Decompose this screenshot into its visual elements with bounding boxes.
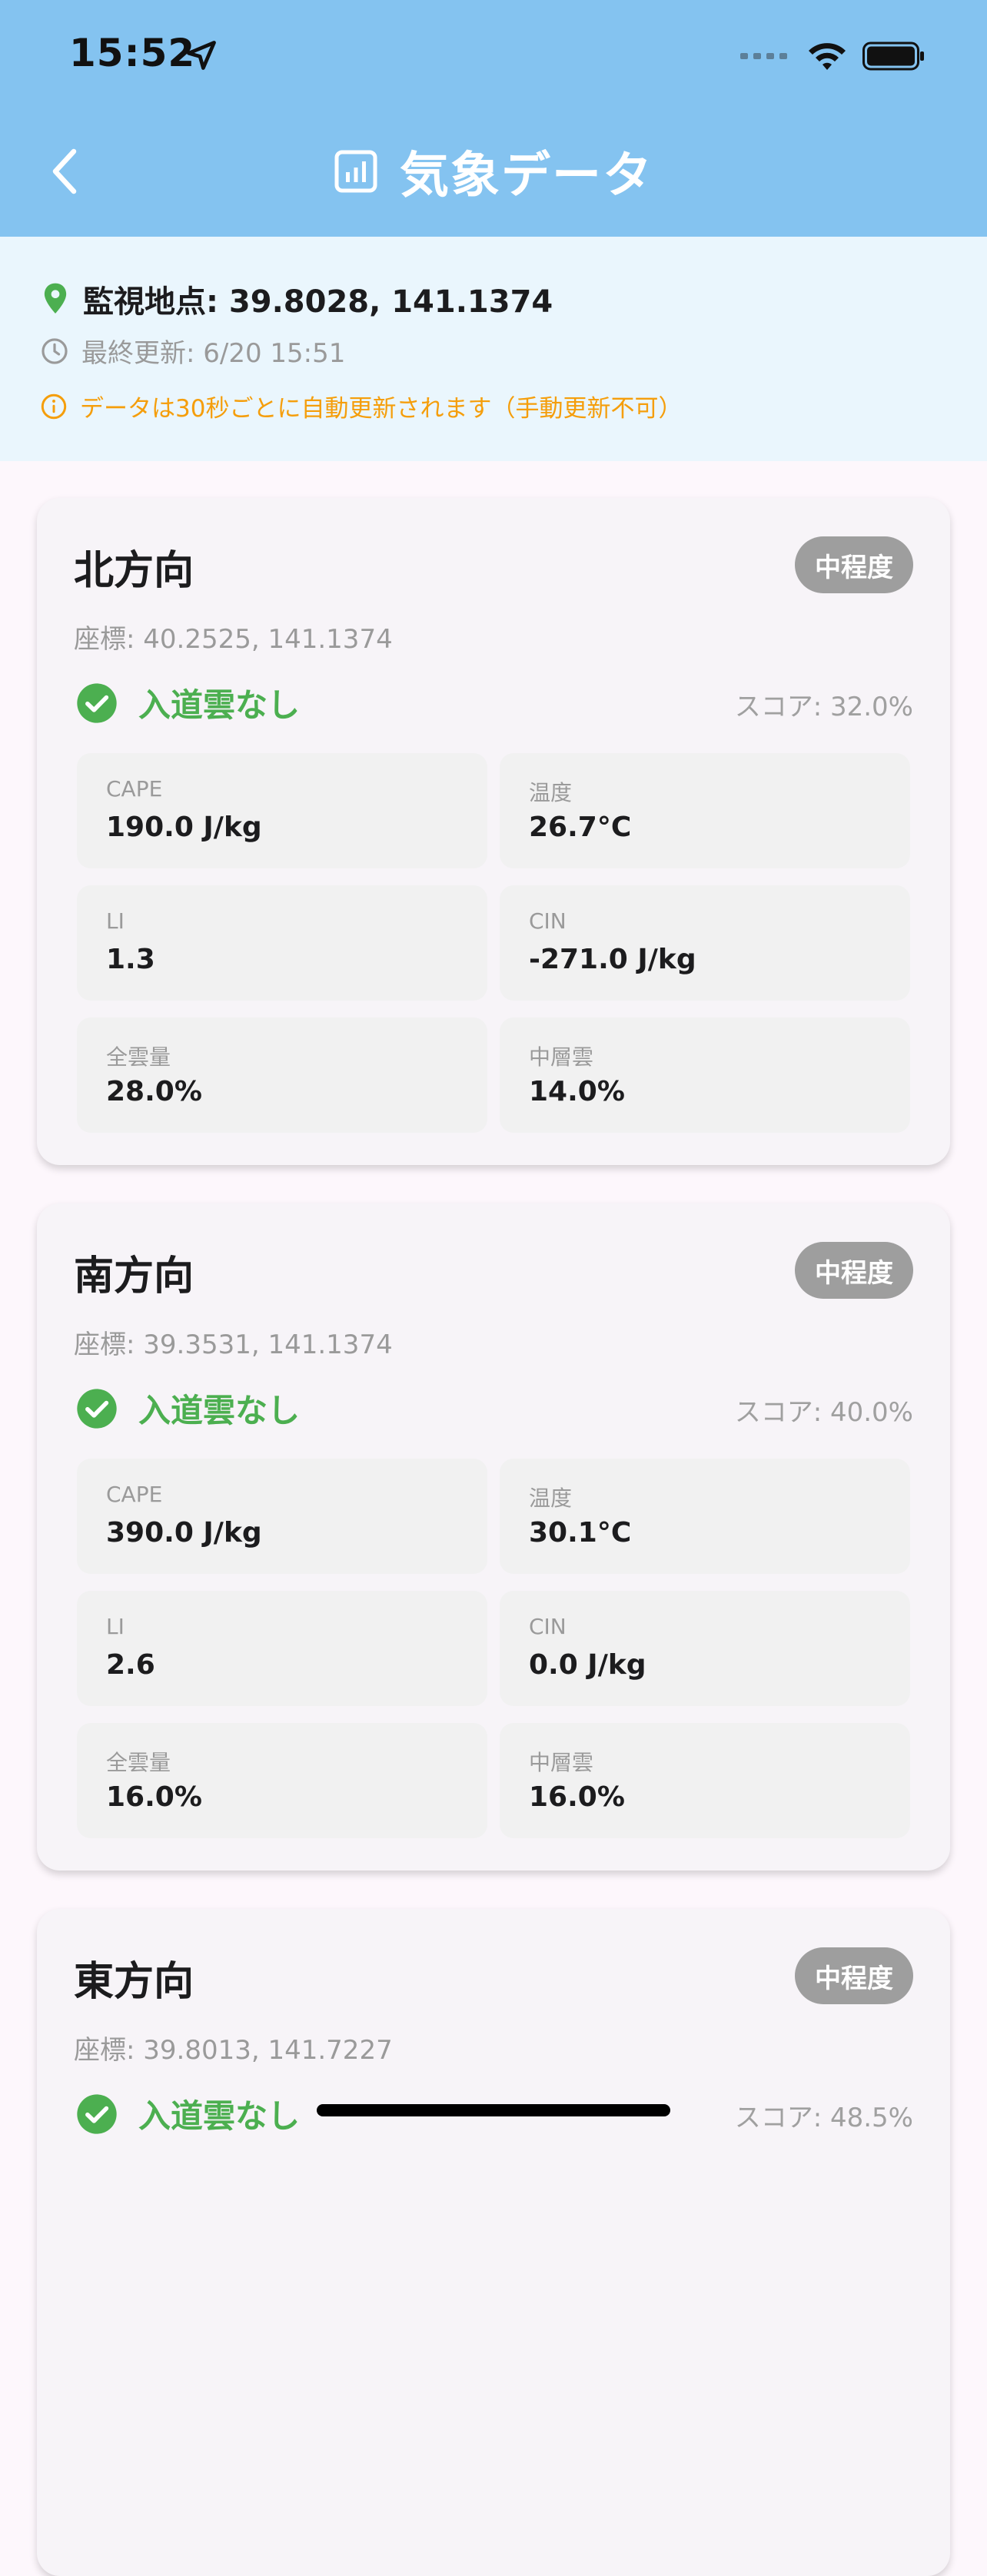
metric-cape: CAPE 190.0 J/kg (77, 753, 487, 868)
metric-label: 中層雲 (529, 1044, 594, 1070)
wifi-icon (809, 43, 846, 70)
cloud-status: 入道雲なし (75, 2090, 300, 2137)
location-arrow-icon (187, 41, 216, 70)
battery-icon (862, 41, 924, 71)
metric-li: LI 1.3 (77, 885, 487, 1001)
monitor-info: 監視地点: 39.8028, 141.1374 最終更新: 6/20 15:51… (0, 237, 987, 461)
metric-value: 26.7°C (529, 812, 632, 843)
card-coordinates: 座標: 39.8013, 141.7227 (74, 2035, 393, 2066)
metric-cin: CIN -271.0 J/kg (500, 885, 910, 1001)
card-title: 北方向 (74, 548, 194, 594)
metric-label: CIN (529, 1614, 567, 1639)
clock-icon (42, 337, 68, 364)
cloud-status: 入道雲なし (75, 1385, 300, 1432)
metric-value: 2.6 (106, 1649, 155, 1681)
card-coordinates: 座標: 39.3531, 141.1374 (74, 1329, 393, 1360)
metric-value: 14.0% (529, 1076, 625, 1107)
metric-value: 16.0% (529, 1781, 625, 1813)
map-pin-icon (44, 283, 67, 314)
metric-label: 全雲量 (106, 1044, 171, 1070)
metric-value: 0.0 J/kg (529, 1649, 646, 1681)
cloud-status: 入道雲なし (75, 679, 300, 726)
level-badge: 中程度 (795, 1947, 913, 2004)
info-icon (41, 393, 67, 419)
bar-chart-icon (334, 150, 377, 193)
metric-mid-cloud: 中層雲 16.0% (500, 1723, 910, 1838)
last-updated-text: 最終更新: 6/20 15:51 (81, 338, 346, 369)
metric-label: CAPE (106, 776, 163, 802)
metric-value: 16.0% (106, 1781, 202, 1813)
updated-row: 最終更新: 6/20 15:51 (40, 332, 345, 370)
page-title-group: 気象データ (0, 137, 987, 206)
metric-label: 温度 (529, 780, 573, 805)
app-bar: 15:52 気象データ (0, 0, 987, 237)
direction-card-east: 東方向 中程度 座標: 39.8013, 141.7227 入道雲なし スコア:… (37, 1909, 950, 2576)
metric-value: 390.0 J/kg (106, 1517, 262, 1549)
page-title: 気象データ (400, 148, 653, 204)
check-circle-icon (77, 2093, 117, 2134)
status-indicators (740, 37, 926, 75)
score-text: スコア: 40.0% (734, 1397, 913, 1428)
level-badge: 中程度 (795, 536, 913, 593)
metric-total-cloud: 全雲量 28.0% (77, 1017, 487, 1133)
score-text: スコア: 48.5% (734, 2103, 913, 2133)
check-circle-icon (77, 682, 117, 723)
score-text: スコア: 32.0% (734, 692, 913, 722)
metric-temperature: 温度 26.7°C (500, 753, 910, 868)
metric-label: LI (106, 1614, 125, 1639)
location-text: 監視地点: 39.8028, 141.1374 (83, 284, 553, 320)
cellular-signal-icon (740, 53, 787, 59)
cloud-status-label: 入道雲なし (138, 1392, 301, 1429)
card-title: 東方向 (74, 1959, 194, 2005)
metric-value: 30.1°C (529, 1517, 632, 1549)
metric-temperature: 温度 30.1°C (500, 1459, 910, 1574)
metric-label: LI (106, 908, 125, 934)
direction-card-south: 南方向 中程度 座標: 39.3531, 141.1374 入道雲なし スコア:… (37, 1203, 950, 1871)
direction-card-north: 北方向 中程度 座標: 40.2525, 141.1374 入道雲なし スコア:… (37, 498, 950, 1165)
metrics-grid: CAPE 190.0 J/kg 温度 26.7°C LI 1.3 CIN -27… (77, 753, 910, 1133)
metric-label: CAPE (106, 1482, 163, 1507)
metric-value: 28.0% (106, 1076, 202, 1107)
location-row: 監視地点: 39.8028, 141.1374 (40, 277, 553, 321)
cloud-status-label: 入道雲なし (138, 2097, 301, 2135)
metric-mid-cloud: 中層雲 14.0% (500, 1017, 910, 1133)
metric-cape: CAPE 390.0 J/kg (77, 1459, 487, 1574)
note-row: データは30秒ごとに自動更新されます（手動更新不可） (40, 389, 682, 423)
cloud-status-label: 入道雲なし (138, 686, 301, 724)
metric-value: 190.0 J/kg (106, 812, 262, 843)
metric-cin: CIN 0.0 J/kg (500, 1591, 910, 1706)
metric-total-cloud: 全雲量 16.0% (77, 1723, 487, 1838)
metric-label: 温度 (529, 1486, 573, 1511)
metric-li: LI 2.6 (77, 1591, 487, 1706)
card-title: 南方向 (74, 1253, 194, 1300)
metrics-grid: CAPE 390.0 J/kg 温度 30.1°C LI 2.6 CIN 0.0… (77, 1459, 910, 1838)
status-time: 15:52 (69, 31, 196, 75)
metric-label: 全雲量 (106, 1750, 171, 1775)
metric-value: -271.0 J/kg (529, 944, 696, 975)
level-badge: 中程度 (795, 1242, 913, 1299)
check-circle-icon (77, 1388, 117, 1429)
metric-label: 中層雲 (529, 1750, 594, 1775)
metric-label: CIN (529, 908, 567, 934)
metric-value: 1.3 (106, 944, 155, 975)
card-coordinates: 座標: 40.2525, 141.1374 (74, 624, 393, 655)
auto-update-note: データは30秒ごとに自動更新されます（手動更新不可） (80, 395, 683, 423)
home-indicator[interactable] (317, 2104, 670, 2116)
